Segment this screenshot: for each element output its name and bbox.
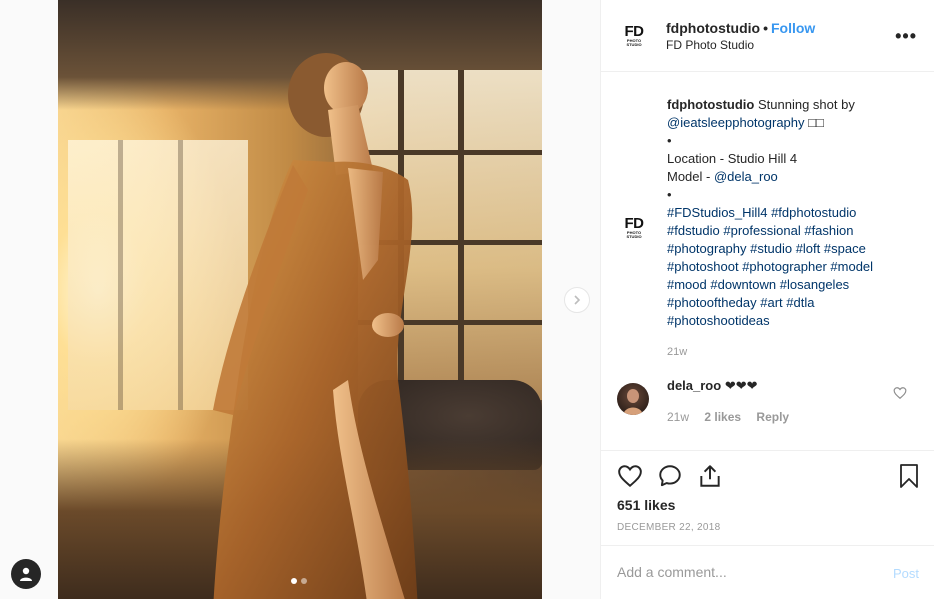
hashtag[interactable]: #photographer — [742, 259, 827, 274]
hashtag[interactable]: #space — [824, 241, 866, 256]
post-comment-button[interactable]: Post — [893, 566, 919, 581]
hashtag[interactable]: #FDStudios_Hill4 — [667, 205, 767, 220]
caption-model-prefix: Model - — [667, 169, 711, 184]
hashtag[interactable]: #photoshootideas — [667, 313, 770, 328]
comment-icon[interactable] — [657, 463, 683, 489]
window-mullion — [178, 140, 183, 410]
add-comment-input[interactable] — [617, 564, 877, 580]
studio-logo-line2: STUDIO — [626, 42, 642, 47]
hashtag[interactable]: #photooftheday — [667, 295, 757, 310]
hashtag[interactable]: #model — [830, 259, 873, 274]
hashtag[interactable]: #fdstudio — [667, 223, 720, 238]
caption-username[interactable]: fdphotostudio — [667, 97, 754, 112]
caption-text: Stunning shot by — [757, 97, 855, 112]
post-actions: 651 likes DECEMBER 22, 2018 — [601, 450, 934, 545]
carousel-dot-active — [291, 578, 297, 584]
caption-age[interactable]: 21w — [667, 346, 687, 358]
header-username[interactable]: fdphotostudio — [666, 20, 760, 36]
follow-button[interactable]: Follow — [771, 20, 815, 36]
comment-meta: 21w 2 likes Reply — [667, 410, 789, 424]
comment-form: Post — [601, 545, 934, 599]
window-mullion — [118, 140, 123, 410]
carousel-indicator — [291, 578, 307, 584]
account-icon — [20, 567, 32, 581]
studio-avatar[interactable]: FD PHOTO STUDIO — [618, 20, 650, 52]
comment-text: ❤❤❤ — [724, 378, 758, 393]
post-caption: fdphotostudio Stunning shot by @ieatslee… — [667, 96, 907, 361]
heart-icon[interactable] — [617, 463, 643, 489]
hashtag[interactable]: #downtown — [710, 277, 776, 292]
comment-likes[interactable]: 2 likes — [704, 410, 741, 424]
next-slide-button[interactable] — [564, 287, 590, 313]
hashtag[interactable]: #professional — [723, 223, 800, 238]
hashtag[interactable]: #mood — [667, 277, 707, 292]
caption-emoji: □□ — [808, 115, 824, 130]
bookmark-icon[interactable] — [897, 463, 921, 489]
hashtag[interactable]: #photography — [667, 241, 747, 256]
more-icon: ••• — [895, 26, 917, 46]
hashtag[interactable]: #fdphotostudio — [771, 205, 856, 220]
hashtag[interactable]: #art — [760, 295, 782, 310]
more-options-button[interactable]: ••• — [895, 26, 917, 47]
hashtag[interactable]: #loft — [796, 241, 821, 256]
chevron-right-icon — [574, 295, 581, 305]
hashtag[interactable]: #losangeles — [780, 277, 849, 292]
comment-like-heart-icon[interactable] — [893, 386, 907, 400]
likes-count[interactable]: 651 likes — [617, 497, 675, 513]
post-header: FD PHOTO STUDIO fdphotostudio • Follow FD … — [601, 0, 934, 72]
caption-avatar[interactable]: FD PHOTO STUDIO — [618, 212, 650, 244]
caption-logo-line2: STUDIO — [626, 234, 642, 239]
caption-bullet: • — [667, 187, 672, 202]
caption-bullet: • — [667, 133, 672, 148]
comment-avatar[interactable] — [617, 383, 649, 415]
header-display-name: FD Photo Studio — [666, 38, 755, 52]
hashtag[interactable]: #studio — [750, 241, 792, 256]
caption-location: Location - Studio Hill 4 — [667, 151, 798, 166]
header-separator: • — [763, 20, 768, 36]
comment-username[interactable]: dela_roo — [667, 378, 721, 393]
caption-logo-main: FD — [624, 215, 645, 232]
comment-reply-button[interactable]: Reply — [756, 410, 789, 424]
post-date: DECEMBER 22, 2018 — [617, 522, 721, 533]
comment-age: 21w — [667, 410, 690, 424]
studio-logo-main: FD — [624, 23, 645, 40]
hashtag[interactable]: #dtla — [786, 295, 814, 310]
hashtag[interactable]: #fashion — [804, 223, 853, 238]
mention-model[interactable]: @dela_roo — [714, 169, 778, 184]
header-username-row: fdphotostudio • Follow — [666, 20, 815, 36]
carousel-dot — [301, 578, 307, 584]
post-sidebar: FD PHOTO STUDIO fdphotostudio • Follow FD … — [600, 0, 934, 599]
commenter-photo — [623, 389, 643, 415]
window-mullion — [458, 70, 464, 400]
model-figure — [213, 53, 418, 599]
comment-row: dela_roo ❤❤❤ — [667, 378, 758, 394]
post-photo[interactable] — [58, 0, 542, 599]
hashtag[interactable]: #photoshoot — [667, 259, 739, 274]
instagram-post-modal: FD PHOTO STUDIO fdphotostudio • Follow FD … — [0, 0, 934, 599]
share-icon[interactable] — [697, 463, 723, 489]
account-button[interactable] — [11, 559, 41, 589]
mention-photographer[interactable]: @ieatsleepphotography — [667, 115, 805, 130]
